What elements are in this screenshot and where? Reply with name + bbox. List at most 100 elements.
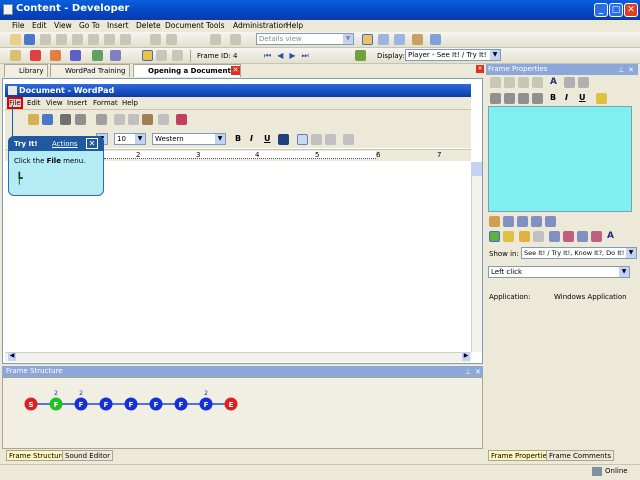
- tab-opening-a-document[interactable]: Opening a Document: [133, 64, 241, 77]
- user-icon[interactable]: [70, 50, 81, 61]
- align-right-icon[interactable]: [325, 134, 336, 145]
- show-in-combo[interactable]: See It! / Try It!, Know It?, Do It! ▼: [521, 247, 637, 259]
- paste-icon[interactable]: [88, 34, 99, 45]
- wordpad-save-icon[interactable]: [42, 114, 53, 125]
- pin-icon[interactable]: ⊥: [618, 66, 624, 74]
- color-icon[interactable]: [278, 134, 289, 145]
- text-a-icon[interactable]: A: [607, 231, 614, 241]
- capture-icon[interactable]: [156, 50, 167, 61]
- find-icon[interactable]: [210, 34, 221, 45]
- wordpad-copy-icon[interactable]: [128, 114, 139, 125]
- chevron-down-icon[interactable]: ▼: [626, 248, 636, 258]
- branch-icon[interactable]: [92, 50, 103, 61]
- wordpad-menu-format[interactable]: Format: [93, 99, 118, 107]
- frame-node[interactable]: F2: [49, 390, 63, 411]
- highlight-icon[interactable]: [596, 93, 607, 104]
- callout-close-icon[interactable]: ✕: [86, 138, 98, 149]
- layout-icon[interactable]: [362, 34, 373, 45]
- screenshot-icon[interactable]: [142, 50, 153, 61]
- prop-align-left-icon[interactable]: [490, 93, 501, 104]
- menu-document[interactable]: Document: [165, 21, 204, 30]
- prop-align-right-icon[interactable]: [518, 93, 529, 104]
- bubble-text-preview[interactable]: [488, 106, 632, 212]
- minimize-button[interactable]: _: [594, 3, 608, 17]
- tag-icon[interactable]: [533, 231, 544, 242]
- underline-button[interactable]: U: [264, 134, 271, 143]
- maximize-button[interactable]: □: [609, 3, 623, 17]
- wordpad-paste-icon[interactable]: [142, 114, 153, 125]
- prop-copy2-icon[interactable]: [549, 231, 560, 242]
- spell-check-icon[interactable]: [578, 77, 589, 88]
- menu-delete[interactable]: Delete: [136, 21, 161, 30]
- structure-pin-icon[interactable]: ⊥: [465, 368, 471, 376]
- find-text-icon[interactable]: [96, 114, 107, 125]
- scroll-right-icon[interactable]: ▶: [462, 352, 470, 361]
- wordpad-menu-edit[interactable]: Edit: [27, 99, 41, 107]
- script-combo[interactable]: Western ▼: [152, 133, 226, 145]
- menu-insert[interactable]: Insert: [107, 21, 129, 30]
- tab-frame-properties[interactable]: Frame Properties: [488, 450, 554, 461]
- refresh-icon[interactable]: [10, 50, 21, 61]
- properties-icon[interactable]: [120, 34, 131, 45]
- cut-icon[interactable]: [56, 34, 67, 45]
- start-node[interactable]: S: [24, 397, 38, 411]
- split-horizontal-icon[interactable]: [378, 34, 389, 45]
- prop-bold-button[interactable]: B: [550, 93, 556, 102]
- menu-help[interactable]: Help: [286, 21, 303, 30]
- frame-node[interactable]: F: [124, 397, 138, 411]
- panel-close-icon[interactable]: ✕: [628, 66, 634, 74]
- frame-icon[interactable]: [591, 231, 602, 242]
- frame-node[interactable]: F: [99, 397, 113, 411]
- tab-library[interactable]: Library: [4, 64, 48, 77]
- hotspot-icon[interactable]: [531, 216, 542, 227]
- undo-icon[interactable]: [150, 34, 161, 45]
- area-icon[interactable]: [517, 216, 528, 227]
- wordpad-menu-file[interactable]: File: [7, 97, 23, 109]
- menu-administration[interactable]: Administration: [233, 21, 288, 30]
- link-icon[interactable]: [110, 50, 121, 61]
- frame-node[interactable]: F: [174, 397, 188, 411]
- copy-icon[interactable]: [72, 34, 83, 45]
- wordpad-cut-icon[interactable]: [114, 114, 125, 125]
- editor-close-icon[interactable]: ✕: [476, 65, 484, 73]
- callout-actions-link[interactable]: Actions: [52, 140, 78, 148]
- chevron-down-icon[interactable]: ▼: [135, 134, 145, 144]
- tab-frame-comments[interactable]: Frame Comments: [546, 450, 614, 461]
- image-icon[interactable]: [503, 216, 514, 227]
- window-icon[interactable]: [430, 34, 441, 45]
- tab-sound-editor[interactable]: Sound Editor: [62, 450, 113, 461]
- prop-copy-icon[interactable]: [504, 77, 515, 88]
- bullets-icon[interactable]: [343, 134, 354, 145]
- wordpad-undo-icon[interactable]: [158, 114, 169, 125]
- chevron-down-icon[interactable]: ▼: [490, 50, 500, 60]
- print-icon[interactable]: [40, 34, 51, 45]
- redo-icon[interactable]: [166, 34, 177, 45]
- wordpad-menu-view[interactable]: View: [46, 99, 63, 107]
- publish-icon[interactable]: [230, 34, 241, 45]
- sound-icon[interactable]: [489, 216, 500, 227]
- prop-italic-button[interactable]: I: [565, 93, 568, 102]
- insert-date-icon[interactable]: [176, 114, 187, 125]
- chevron-down-icon[interactable]: ▼: [343, 34, 353, 44]
- align-center-icon[interactable]: [311, 134, 322, 145]
- delete-icon[interactable]: [104, 34, 115, 45]
- close-button[interactable]: ✕: [624, 3, 638, 17]
- screen-icon[interactable]: [545, 216, 556, 227]
- chevron-down-icon[interactable]: ▼: [215, 134, 225, 144]
- display-combo[interactable]: Player - See It! / Try It! ▼: [405, 49, 501, 61]
- tab-wordpad-training[interactable]: WordPad Training: [50, 64, 130, 77]
- wordpad-menu-insert[interactable]: Insert: [67, 99, 87, 107]
- tab-close-icon[interactable]: ✕: [231, 66, 240, 75]
- remove-frame-icon[interactable]: [50, 50, 61, 61]
- scroll-thumb[interactable]: [471, 162, 482, 176]
- prop-justify-icon[interactable]: [532, 93, 543, 104]
- menu-edit[interactable]: Edit: [32, 21, 47, 30]
- note-icon[interactable]: [503, 231, 514, 242]
- frame-node[interactable]: F: [149, 397, 163, 411]
- prop-underline-button[interactable]: U: [579, 93, 586, 102]
- frame-node[interactable]: F2: [74, 390, 88, 411]
- font-size-icon[interactable]: [564, 77, 575, 88]
- grid-icon[interactable]: [577, 231, 588, 242]
- prop-cut-icon[interactable]: [490, 77, 501, 88]
- window-pink-icon[interactable]: [563, 231, 574, 242]
